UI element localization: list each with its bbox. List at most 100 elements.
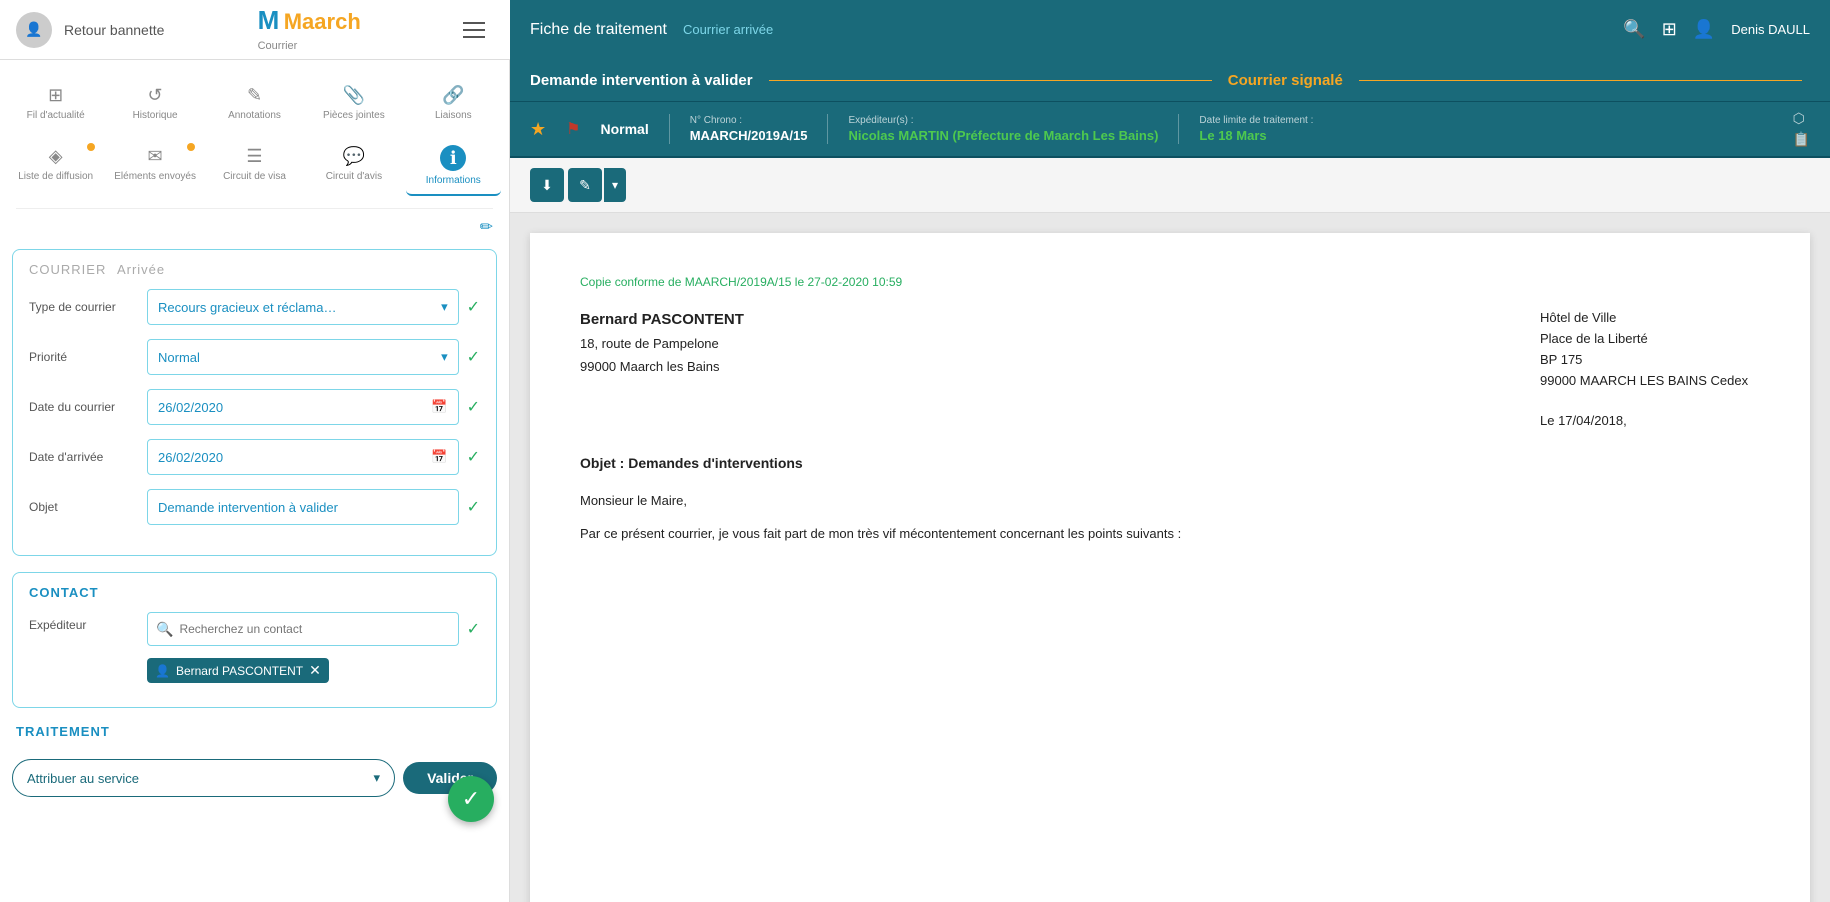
recipient-line-2: Place de la Liberté — [1540, 329, 1760, 350]
date-limite-field: Date limite de traitement : Le 18 Mars — [1199, 115, 1313, 143]
objet-label: Objet — [29, 500, 139, 514]
signal-title: Demande intervention à valider — [530, 72, 753, 89]
type-courrier-row: Type de courrier Recours gracieux et réc… — [29, 289, 480, 325]
date-courrier-value: 26/02/2020 — [158, 400, 223, 415]
user-label: Denis DAULL — [1731, 22, 1810, 37]
calendar-icon: 📅 — [431, 399, 447, 415]
sender-name: Bernard PASCONTENT — [580, 308, 1500, 332]
liaisons-icon: 🔗 — [439, 84, 467, 106]
objet-input[interactable]: Demande intervention à valider — [147, 489, 459, 525]
contact-search-wrapper[interactable]: 🔍 — [147, 612, 459, 646]
traitement-section: TRAITEMENT — [12, 724, 497, 747]
contact-tag: 👤 Bernard PASCONTENT ✕ — [147, 658, 329, 683]
hamburger-menu[interactable] — [454, 10, 494, 50]
contact-tag-remove[interactable]: ✕ — [309, 662, 321, 679]
circuit-avis-icon: 💬 — [340, 145, 368, 167]
nav-pieces-jointes[interactable]: 📎 Pièces jointes — [306, 76, 401, 129]
nav-circuit-avis[interactable]: 💬 Circuit d'avis — [306, 137, 401, 196]
toolbar-dropdown-arrow[interactable]: ▾ — [604, 168, 626, 202]
fiche-title: Fiche de traitement — [530, 21, 667, 39]
top-bar-right: Fiche de traitement Courrier arrivée 🔍 ⊞… — [510, 0, 1830, 60]
doc-objet-line: Objet : Demandes d'interventions — [580, 452, 1760, 474]
objet-value: Demande intervention à valider — [158, 500, 338, 515]
pieces-jointes-icon: 📎 — [340, 84, 368, 106]
hamburger-line-1 — [463, 22, 485, 24]
courrier-arrivee-badge: Courrier arrivée — [683, 22, 773, 37]
chrono-value: MAARCH/2019A/15 — [690, 128, 808, 143]
recipient-line-1: Hôtel de Ville — [1540, 308, 1760, 329]
edit-doc-button[interactable]: ✎ — [568, 168, 602, 202]
document-paper: Copie conforme de MAARCH/2019A/15 le 27-… — [530, 233, 1810, 902]
expediteur-field: Expéditeur(s) : Nicolas MARTIN (Préfectu… — [848, 115, 1158, 143]
edit-icon[interactable]: ✏ — [480, 217, 493, 237]
nav-icons: ⊞ Fil d'actualité ↺ Historique ✎ Annotat… — [0, 60, 509, 137]
date-courrier-label: Date du courrier — [29, 400, 139, 414]
nav-icons-2: ◈ Liste de diffusion ✉ Eléments envoyés … — [0, 137, 509, 204]
attribuer-chevron: ▾ — [374, 770, 381, 786]
grid-icon[interactable]: ⊞ — [1662, 19, 1677, 40]
fab-confirm-button[interactable]: ✓ — [448, 776, 494, 822]
hamburger-line-2 — [463, 29, 485, 31]
informations-icon: ℹ — [440, 145, 466, 171]
top-bar: 👤 Retour bannette M Maarch Courrier Fich… — [0, 0, 1830, 60]
download-button[interactable]: ⬇ — [530, 168, 564, 202]
doc-body: Par ce présent courrier, je vous fait pa… — [580, 523, 1760, 545]
priorite-select[interactable]: Normal ▾ — [147, 339, 459, 375]
sender-addr-1: 18, route de Pampelone — [580, 334, 1500, 355]
search-icon[interactable]: 🔍 — [1623, 19, 1645, 40]
traitement-row: Attribuer au service ▾ Valider — [0, 747, 509, 809]
info-bar-icon-2[interactable]: 📋 — [1793, 131, 1810, 148]
nav-liaisons[interactable]: 🔗 Liaisons — [406, 76, 501, 129]
badge-elements-envoyes — [187, 143, 195, 151]
annotations-icon: ✎ — [240, 84, 268, 106]
fil-actualite-icon: ⊞ — [42, 84, 70, 106]
edit-row: ✏ — [0, 213, 509, 241]
date-limite-value: Le 18 Mars — [1199, 128, 1313, 143]
date-arrivee-input[interactable]: 26/02/2020 📅 — [147, 439, 459, 475]
liste-diffusion-icon: ◈ — [42, 145, 70, 167]
nav-historique[interactable]: ↺ Historique — [107, 76, 202, 129]
date-arrivee-check: ✓ — [467, 447, 480, 467]
info-bar-divider-1 — [669, 114, 670, 144]
info-bar-divider-2 — [827, 114, 828, 144]
expediteur-label: Expéditeur — [29, 612, 139, 632]
courrier-section: COURRIER Arrivée Type de courrier Recour… — [12, 249, 497, 556]
contact-section-title: CONTACT — [29, 585, 480, 600]
nav-liste-diffusion[interactable]: ◈ Liste de diffusion — [8, 137, 103, 196]
recipient-line-3: BP 175 — [1540, 350, 1760, 371]
signal-divider-right — [1359, 80, 1802, 81]
left-panel: ⊞ Fil d'actualité ↺ Historique ✎ Annotat… — [0, 60, 510, 902]
doc-salutation: Monsieur le Maire, — [580, 491, 1760, 512]
star-icon[interactable]: ★ — [530, 119, 546, 140]
info-bar-icon-1[interactable]: ⬡ — [1793, 110, 1810, 127]
avatar-icon: 👤 — [16, 12, 52, 48]
date-sent: Le 17/04/2018, — [1540, 411, 1760, 432]
attribuer-select[interactable]: Attribuer au service ▾ — [12, 759, 395, 797]
contact-search-check: ✓ — [467, 619, 480, 639]
doc-recipient-block: Hôtel de Ville Place de la Liberté BP 17… — [1540, 308, 1760, 432]
chevron-down-icon-2: ▾ — [441, 349, 448, 365]
elements-envoyes-icon: ✉ — [141, 145, 169, 167]
top-bar-actions: 🔍 ⊞ 👤 Denis DAULL — [1623, 19, 1810, 40]
type-courrier-label: Type de courrier — [29, 300, 139, 314]
type-courrier-value: Recours gracieux et réclama… — [158, 300, 336, 315]
circuit-visa-icon: ☰ — [240, 145, 268, 167]
historique-icon: ↺ — [141, 84, 169, 106]
top-bar-left: 👤 Retour bannette M Maarch Courrier — [0, 5, 510, 54]
objet-row: Objet Demande intervention à valider ✓ — [29, 489, 480, 525]
type-courrier-select[interactable]: Recours gracieux et réclama… ▾ — [147, 289, 459, 325]
nav-elements-envoyes[interactable]: ✉ Eléments envoyés — [107, 137, 202, 196]
nav-annotations[interactable]: ✎ Annotations — [207, 76, 302, 129]
chrono-field: N° Chrono : MAARCH/2019A/15 — [690, 115, 808, 143]
nav-circuit-visa[interactable]: ☰ Circuit de visa — [207, 137, 302, 196]
nav-fil-actualite[interactable]: ⊞ Fil d'actualité — [8, 76, 103, 129]
retour-bannette-label[interactable]: Retour bannette — [64, 22, 164, 38]
contact-tag-icon: 👤 — [155, 664, 170, 678]
right-panel: Demande intervention à valider Courrier … — [510, 60, 1830, 902]
date-courrier-input[interactable]: 26/02/2020 📅 — [147, 389, 459, 425]
doc-sender-block: Bernard PASCONTENT 18, route de Pampelon… — [580, 308, 1500, 432]
expediteur-bar-label: Expéditeur(s) : — [848, 115, 1158, 126]
contact-search-input[interactable] — [179, 622, 449, 636]
nav-informations[interactable]: ℹ Informations — [406, 137, 501, 196]
badge-liste-diffusion — [87, 143, 95, 151]
